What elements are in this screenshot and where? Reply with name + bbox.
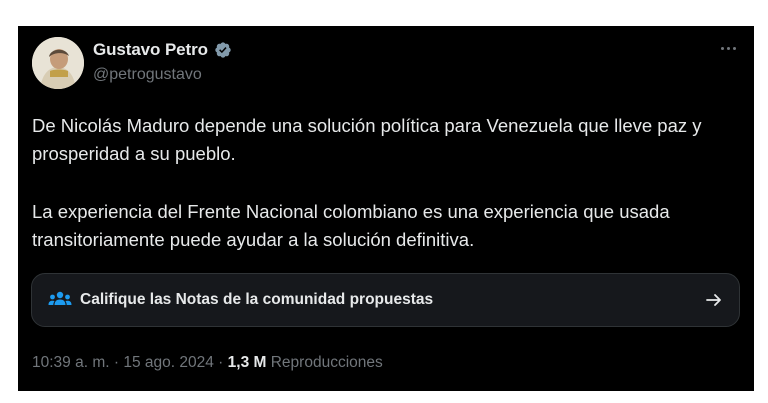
more-options-icon <box>720 46 724 50</box>
more-options-button[interactable] <box>716 38 740 58</box>
display-name[interactable]: Gustavo Petro <box>93 40 208 60</box>
tweet-card: Gustavo Petro @petrogustavo De Nicolás M… <box>18 26 754 391</box>
tweet-date[interactable]: 15 ago. 2024 <box>123 354 214 371</box>
more-options-dot <box>726 46 730 50</box>
community-notes-label: Califique las Notas de la comunidad prop… <box>80 291 434 308</box>
tweet-paragraph: De Nicolás Maduro depende una solución p… <box>32 115 702 164</box>
people-icon <box>48 290 72 310</box>
meta-separator: · <box>113 354 120 371</box>
views-count: 1,3 M <box>227 354 267 371</box>
author-name-row: Gustavo Petro <box>93 40 232 60</box>
views-label: Reproducciones <box>270 354 383 371</box>
more-options-dot <box>732 46 736 50</box>
avatar[interactable] <box>32 37 84 89</box>
community-notes-button[interactable]: Califique las Notas de la comunidad prop… <box>31 273 740 327</box>
meta-separator: · <box>218 354 224 371</box>
tweet-meta: 10:39 a. m. · 15 ago. 2024 · 1,3 M Repro… <box>32 354 383 372</box>
tweet-time[interactable]: 10:39 a. m. <box>32 354 110 371</box>
tweet-paragraph: La experiencia del Frente Nacional colom… <box>32 201 670 250</box>
tweet-text: De Nicolás Maduro depende una solución p… <box>32 112 732 254</box>
author-handle[interactable]: @petrogustavo <box>93 66 202 84</box>
arrow-right-icon <box>705 291 723 309</box>
verified-badge-icon[interactable] <box>214 41 232 59</box>
